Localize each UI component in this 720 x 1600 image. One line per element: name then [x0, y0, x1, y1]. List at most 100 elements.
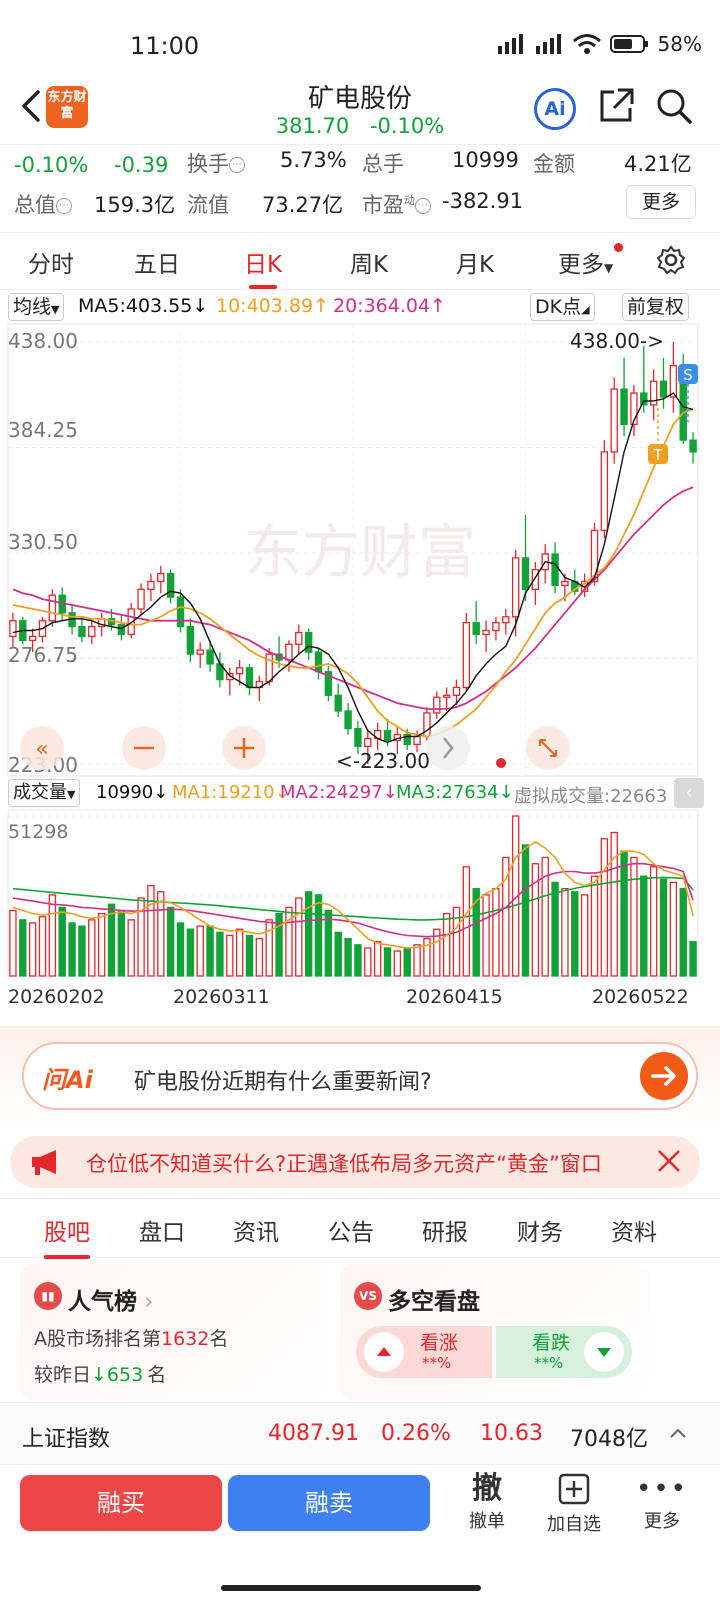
volume-bar-up [196, 925, 204, 977]
candle-up [48, 594, 57, 622]
kline-chart[interactable]: 东方财富 438.00 384.25 330.50 276.75 223.00 … [0, 322, 720, 778]
banner-text: 仓位低不知道买什么?正遇逢低布局多元资产“黄金”窗口 [86, 1152, 602, 1176]
volume-bar-down [176, 922, 185, 977]
candle-up [561, 580, 569, 587]
candle-down [354, 728, 362, 747]
total-hands-value: 10999 [452, 148, 519, 172]
next-button[interactable] [426, 726, 470, 770]
popularity-title: 人气榜 › [68, 1289, 154, 1315]
share-icon[interactable] [596, 86, 636, 126]
info-icon[interactable]: ⋯ [56, 198, 72, 214]
tab-profile[interactable]: 资料 [611, 1213, 657, 1247]
volume-bar-down [304, 891, 313, 977]
more-menu-button[interactable]: ••• 更多 [622, 1471, 702, 1533]
tab-five-day[interactable]: 五日 [134, 245, 180, 279]
volume-bar-up [610, 831, 618, 977]
cancel-order-button[interactable]: 撤 撤单 [447, 1471, 527, 1533]
candle-up [502, 616, 510, 624]
volume-bar-down [68, 922, 76, 977]
tab-more-periods[interactable]: 更多▼ [558, 245, 613, 279]
tab-research[interactable]: 研报 [422, 1213, 468, 1247]
high-marker: 438.00-> [570, 329, 664, 353]
close-icon[interactable] [656, 1148, 682, 1174]
tab-intraday[interactable]: 分时 [28, 245, 74, 279]
gear-icon[interactable] [656, 245, 686, 275]
vol-ma3-value: MA3:27634↓ [396, 782, 514, 803]
tab-order-book[interactable]: 盘口 [139, 1213, 185, 1247]
total-value-label: 总值 ⋯ [14, 189, 72, 219]
margin-buy-button[interactable]: 融买 [20, 1475, 222, 1531]
vote-bearish-button[interactable]: 看跌 **% [496, 1326, 632, 1378]
popularity-card[interactable]: ▮▮ 人气榜 › A股市场排名第1632名 较昨日↓653 名 [20, 1264, 328, 1400]
candle-down [344, 710, 352, 730]
volume-bar-down [58, 906, 66, 977]
volume-bar-down [521, 844, 530, 977]
volume-chart[interactable]: 51298 [0, 808, 720, 980]
turnover-value: 5.73% [280, 148, 347, 172]
candle-up [28, 635, 37, 641]
candle-down [245, 667, 254, 689]
tab-news[interactable]: 资讯 [233, 1213, 279, 1247]
index-name: 上证指数 [22, 1427, 111, 1452]
price-label-top: 438.00 [8, 329, 78, 353]
candle-down [166, 572, 175, 598]
float-value-label: 流值 [187, 193, 229, 217]
ma-selector[interactable]: 均线▼ [8, 293, 65, 321]
volume-bar-down [403, 947, 411, 977]
signal-icon [497, 34, 523, 54]
dk-point-selector[interactable]: DK点◢ [530, 293, 595, 321]
tab-monthly-k[interactable]: 月K [456, 245, 494, 279]
add-watchlist-button[interactable]: 加自选 [534, 1471, 614, 1536]
collapse-panel-button[interactable]: ‹ [674, 778, 704, 808]
date-label: 20260202 [8, 986, 105, 1008]
info-icon[interactable]: ⋯ [229, 157, 245, 173]
arrow-right-icon[interactable] [640, 1052, 688, 1100]
quote-change-amt: -0.39 [114, 153, 169, 177]
trade-toolbar: 融买 融卖 撤 撤单 加自选 ••• 更多 [0, 1464, 720, 1600]
info-icon[interactable]: ⋯ [415, 198, 431, 214]
volume-bar-up [630, 856, 638, 977]
promo-banner[interactable]: 仓位低不知道买什么?正遇逢低布局多元资产“黄金”窗口 [10, 1136, 700, 1188]
chevron-up-icon[interactable] [668, 1425, 688, 1441]
bar-chart-icon: ▮▮ [34, 1282, 62, 1310]
signal-icon-2 [535, 34, 561, 54]
volume-bar-up [48, 894, 57, 977]
ask-ai-bar[interactable]: 问Ai 矿电股份近期有什么重要新闻? [22, 1042, 698, 1110]
stock-price: 381.70 [275, 114, 350, 138]
candle-up [413, 735, 421, 746]
candle-up [442, 694, 451, 698]
volume-bar-down [640, 875, 648, 977]
ai-assistant-icon[interactable]: Ai [534, 88, 576, 130]
tab-forum[interactable]: 股吧 [44, 1213, 90, 1259]
adjust-selector[interactable]: 前复权 [622, 293, 690, 321]
status-bar: 11:00 58% [0, 0, 720, 80]
volume-bar-up [255, 937, 264, 977]
event-dot[interactable] [496, 758, 506, 768]
tab-announcements[interactable]: 公告 [328, 1213, 374, 1247]
volume-bar-down [245, 934, 254, 977]
bearish-value: **% [534, 1354, 564, 1372]
volume-selector[interactable]: 成交量▼ [8, 779, 81, 807]
volume-bar-down [620, 850, 628, 977]
rewind-icon: « [35, 737, 48, 762]
bullish-label: 看涨 [420, 1332, 459, 1354]
candle-down [334, 694, 342, 712]
index-ticker[interactable]: 上证指数 4087.91 0.26% 10.63 7048亿 [0, 1402, 720, 1464]
tab-daily-k[interactable]: 日K [244, 245, 282, 279]
battery-level: 58% [657, 32, 702, 56]
t-marker[interactable]: T [648, 408, 668, 464]
volume-max-label: 51298 [8, 821, 68, 843]
volume-bar-down [117, 909, 126, 977]
margin-sell-button[interactable]: 融卖 [228, 1475, 430, 1531]
tab-financials[interactable]: 财务 [517, 1213, 563, 1247]
quote-more-button[interactable]: 更多 [626, 185, 696, 219]
candle-up [462, 622, 471, 689]
tab-weekly-k[interactable]: 周K [350, 245, 388, 279]
search-icon[interactable] [654, 86, 694, 126]
volume-bar-down [324, 909, 333, 977]
chart-watermark: 东方财富 [244, 518, 476, 586]
volume-bar-up [88, 919, 96, 977]
vote-bullish-button[interactable]: 看涨 **% [356, 1326, 492, 1378]
volume-bar-up [462, 866, 471, 977]
volume-bar-up [442, 912, 451, 977]
